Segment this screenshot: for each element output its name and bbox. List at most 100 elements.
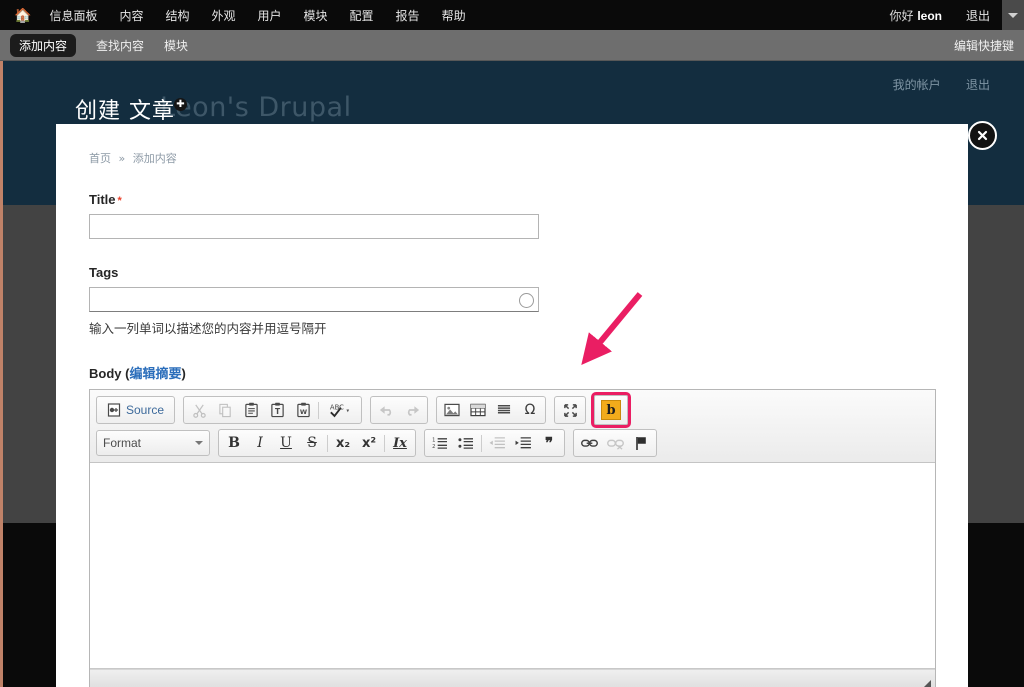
admin-menu-item-help[interactable]: 帮助: [442, 7, 466, 24]
tags-input[interactable]: [89, 287, 539, 312]
shortcut-item-find-content[interactable]: 查找内容: [96, 37, 144, 54]
admin-menu-item-modules[interactable]: 模块: [304, 7, 328, 24]
chevron-down-icon: [1008, 12, 1018, 18]
bulleted-list-button[interactable]: [453, 431, 479, 455]
svg-text:ABC: ABC: [330, 404, 344, 412]
svg-text:T: T: [274, 407, 280, 416]
shortcut-bar-right: 编辑快捷键: [954, 30, 1014, 60]
undo-button[interactable]: [373, 398, 399, 422]
shortcut-item-add-content[interactable]: 添加内容: [10, 33, 77, 57]
admin-menu-item-configuration[interactable]: 配置: [350, 7, 374, 24]
admin-menu-item-content[interactable]: 内容: [119, 7, 143, 24]
greeting: 你好 leon: [889, 8, 942, 23]
resize-grip-icon[interactable]: [922, 680, 931, 687]
toolbar-collapse-button[interactable]: [1002, 0, 1024, 30]
admin-toolbar-right: 你好 leon 退出: [889, 0, 990, 30]
omega-icon: Ω: [524, 402, 536, 418]
bulleted-list-icon: [458, 438, 473, 449]
admin-menu-item-structure[interactable]: 结构: [165, 7, 189, 24]
home-icon[interactable]: 🏠: [14, 7, 31, 24]
admin-logout-link[interactable]: 退出: [966, 7, 990, 24]
spellcheck-button[interactable]: ABC: [321, 398, 359, 422]
editor-group-document: Source: [96, 396, 176, 424]
media-embed-button[interactable]: b: [598, 398, 624, 422]
image-button[interactable]: [439, 398, 465, 422]
body-field-block: Body (编辑摘要) Source T W ABC Ω b Format B …: [89, 363, 938, 687]
editor-footer: [90, 669, 935, 687]
editor-toolbar: Source T W ABC Ω b Format B I U S x₂ x² …: [90, 390, 935, 463]
special-char-button[interactable]: Ω: [517, 398, 543, 422]
page-title: 创建 文章: [75, 99, 175, 124]
my-account-link[interactable]: 我的帐户: [893, 78, 941, 92]
table-button[interactable]: [465, 398, 491, 422]
indent-button[interactable]: [510, 431, 536, 455]
image-icon: [444, 403, 460, 417]
admin-menu-item-appearance[interactable]: 外观: [211, 7, 235, 24]
admin-menu-item-reports[interactable]: 报告: [396, 7, 420, 24]
loading-throbber-icon: ✚: [174, 98, 187, 111]
breadcrumb: 首页 » 添加内容: [89, 150, 938, 166]
tags-field-block: Tags 输入一列单词以描述您的内容并用逗号隔开: [89, 265, 938, 337]
admin-menu: 🏠 信息面板 内容 结构 外观 用户 模块 配置 报告 帮助: [0, 0, 1024, 30]
media-embed-icon: b: [601, 400, 622, 420]
bold-icon: B: [228, 435, 240, 451]
close-icon[interactable]: [968, 121, 997, 150]
bold-button[interactable]: B: [221, 431, 247, 455]
editor-toolbar-row-1: Source T W ABC Ω b: [96, 392, 929, 428]
subscript-button[interactable]: x₂: [330, 431, 356, 455]
unlink-button[interactable]: [602, 431, 628, 455]
numbered-list-icon: 1 2: [432, 438, 447, 450]
paste-word-button[interactable]: W: [290, 398, 316, 422]
unlink-icon: [606, 439, 624, 450]
admin-menu-item-people[interactable]: 用户: [258, 7, 282, 24]
remove-format-button[interactable]: Ix: [387, 431, 413, 455]
redo-arrow-icon: [407, 406, 419, 416]
toolbar-separator: [481, 434, 482, 452]
title-input[interactable]: [89, 214, 539, 239]
admin-toolbar: 🏠 信息面板 内容 结构 外观 用户 模块 配置 报告 帮助 你好 leon 退…: [0, 0, 1024, 30]
source-button[interactable]: Source: [99, 398, 172, 422]
remove-format-icon: Ix: [393, 435, 407, 451]
clipboard-text-icon: T: [270, 402, 284, 418]
breadcrumb-item-add-content[interactable]: 添加内容: [133, 152, 177, 165]
site-name: Leon's Drupal: [160, 92, 352, 123]
media-embed-button-highlight: b: [591, 392, 632, 428]
edit-shortcuts-link[interactable]: 编辑快捷键: [954, 37, 1014, 54]
toolbar-separator: [384, 434, 385, 452]
table-icon: [470, 403, 486, 417]
link-button[interactable]: [576, 431, 602, 455]
paste-button[interactable]: [238, 398, 264, 422]
cut-button[interactable]: [186, 398, 212, 422]
italic-icon: I: [257, 435, 263, 451]
required-marker: *: [117, 195, 122, 207]
title-field-label: Title *: [89, 192, 122, 207]
numbered-list-button[interactable]: 1 2: [427, 431, 453, 455]
shortcut-item-modules[interactable]: 模块: [164, 37, 188, 54]
anchor-button[interactable]: [628, 431, 654, 455]
format-dropdown[interactable]: Format: [96, 430, 210, 456]
underline-button[interactable]: U: [273, 431, 299, 455]
edit-summary-link[interactable]: 编辑摘要: [129, 366, 181, 381]
blockquote-button[interactable]: ❞: [536, 431, 562, 455]
superscript-icon: x²: [361, 435, 377, 451]
maximize-button[interactable]: [557, 398, 583, 422]
paste-text-button[interactable]: T: [264, 398, 290, 422]
admin-menu-item-dashboard[interactable]: 信息面板: [49, 7, 97, 24]
undo-arrow-icon: [379, 406, 391, 416]
spellcheck-icon: ABC: [330, 404, 350, 418]
overlay-modal: 首页 » 添加内容 Title * Tags 输入一列单词以描述您的内容并用逗号隔…: [56, 124, 968, 687]
editor-content-area[interactable]: [90, 463, 935, 669]
link-icon: [580, 439, 598, 447]
breadcrumb-item-home[interactable]: 首页: [89, 152, 111, 165]
copy-button[interactable]: [212, 398, 238, 422]
svg-text:W: W: [299, 408, 307, 416]
superscript-button[interactable]: x²: [356, 431, 382, 455]
redo-button[interactable]: [399, 398, 425, 422]
editor-group-paragraph: 1 2 ❞: [424, 429, 565, 457]
background-logout-link[interactable]: 退出: [966, 78, 990, 92]
outdent-button[interactable]: [484, 431, 510, 455]
horizontal-rule-button[interactable]: [491, 398, 517, 422]
strikethrough-button[interactable]: S: [299, 431, 325, 455]
horizontal-rule-icon: [497, 405, 511, 414]
italic-button[interactable]: I: [247, 431, 273, 455]
